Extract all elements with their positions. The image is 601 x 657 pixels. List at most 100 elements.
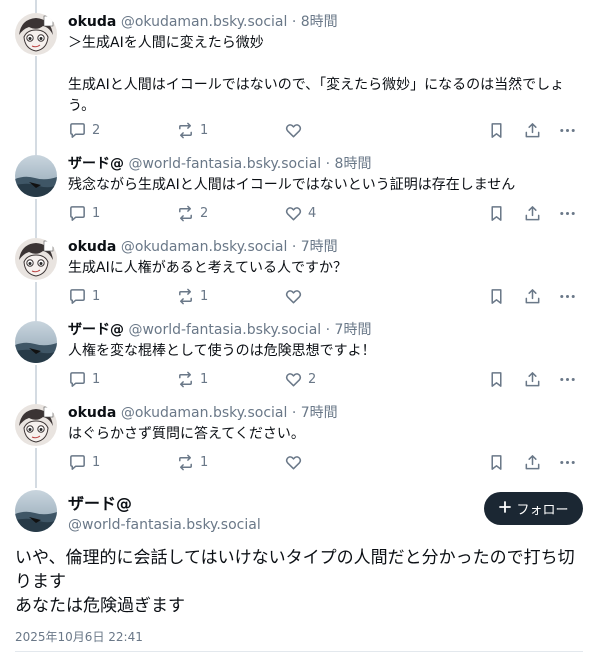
separator: ·	[291, 405, 297, 421]
reply-post[interactable]: okuda @okudaman.bsky.social · 7時間 生成AIに人…	[0, 237, 601, 312]
reply-button[interactable]: 1	[68, 451, 100, 473]
reply-button[interactable]: 2	[68, 119, 100, 141]
share-icon	[523, 287, 542, 306]
post-header: okuda @okudaman.bsky.social · 7時間	[68, 403, 338, 423]
author-handle[interactable]: @world-fantasia.bsky.social	[128, 156, 321, 172]
reply-post[interactable]: ザード@ @world-fantasia.bsky.social · 8時間 残…	[0, 154, 601, 229]
author-name[interactable]: ザード@	[68, 156, 124, 172]
main-author-name[interactable]: ザード@	[68, 493, 132, 515]
more-icon	[558, 453, 577, 472]
like-icon	[284, 121, 303, 140]
more-button[interactable]	[558, 368, 577, 390]
like-count: 4	[308, 205, 317, 221]
repost-count: 1	[200, 371, 209, 387]
share-icon	[523, 121, 542, 140]
author-handle[interactable]: @okudaman.bsky.social	[121, 14, 288, 30]
author-handle[interactable]: @okudaman.bsky.social	[121, 239, 288, 255]
share-button[interactable]	[523, 285, 542, 307]
avatar[interactable]	[15, 155, 57, 197]
reply-count: 1	[92, 454, 101, 470]
more-icon	[558, 121, 577, 140]
like-button[interactable]	[284, 451, 308, 473]
separator: ·	[325, 322, 331, 338]
reply-button[interactable]: 1	[68, 285, 100, 307]
post-time[interactable]: 8時間	[335, 156, 372, 172]
more-button[interactable]	[558, 285, 577, 307]
bookmark-button[interactable]	[487, 368, 506, 390]
repost-icon	[176, 370, 195, 389]
bookmark-icon	[487, 287, 506, 306]
more-button[interactable]	[558, 119, 577, 141]
okuda-avatar-image	[15, 238, 57, 280]
reply-post[interactable]: okuda @okudaman.bsky.social · 7時間 はぐらかさず…	[0, 403, 601, 478]
post-actions: 1 1 2	[68, 368, 588, 390]
more-button[interactable]	[558, 451, 577, 473]
author-name[interactable]: okuda	[68, 239, 116, 255]
author-name[interactable]: okuda	[68, 405, 116, 421]
bookmark-icon	[487, 453, 506, 472]
author-name[interactable]: okuda	[68, 14, 116, 30]
okuda-avatar-image	[15, 13, 57, 55]
avatar[interactable]	[15, 13, 57, 55]
bookmark-icon	[487, 121, 506, 140]
bookmark-button[interactable]	[487, 202, 506, 224]
repost-button[interactable]: 1	[176, 119, 208, 141]
post-text: 生成AIに人権があると考えている人ですか？	[68, 260, 348, 276]
main-post-text: いや、倫理的に会話してはいけないタイプの人間だと分かったので打ち切ります あなた…	[15, 548, 575, 616]
plus-icon	[498, 500, 512, 518]
reply-button[interactable]: 1	[68, 368, 100, 390]
reply-count: 1	[92, 205, 101, 221]
repost-button[interactable]: 1	[176, 368, 208, 390]
bookmark-button[interactable]	[487, 285, 506, 307]
reply-post[interactable]: okuda @okudaman.bsky.social · 8時間 ＞生成AIを…	[0, 12, 601, 147]
avatar[interactable]	[15, 238, 57, 280]
post-time[interactable]: 8時間	[301, 14, 338, 30]
main-avatar[interactable]	[15, 490, 57, 532]
like-button[interactable]	[284, 119, 308, 141]
like-button[interactable]: 2	[284, 368, 316, 390]
repost-button[interactable]: 1	[176, 451, 208, 473]
post-header: okuda @okudaman.bsky.social · 7時間	[68, 237, 338, 257]
reply-button[interactable]: 1	[68, 202, 100, 224]
bookmark-button[interactable]	[487, 119, 506, 141]
reply-icon	[68, 204, 87, 223]
main-author-handle[interactable]: @world-fantasia.bsky.social	[68, 515, 261, 535]
share-button[interactable]	[523, 451, 542, 473]
share-button[interactable]	[523, 202, 542, 224]
zard-avatar-image	[15, 321, 57, 363]
post-time[interactable]: 7時間	[301, 239, 338, 255]
avatar[interactable]	[15, 404, 57, 446]
repost-count: 1	[200, 454, 209, 470]
follow-label: フォロー	[516, 503, 569, 518]
separator: ·	[291, 239, 297, 255]
repost-icon	[176, 287, 195, 306]
reply-post[interactable]: ザード@ @world-fantasia.bsky.social · 7時間 人…	[0, 320, 601, 395]
author-name[interactable]: ザード@	[68, 322, 124, 338]
bookmark-button[interactable]	[487, 451, 506, 473]
like-icon	[284, 453, 303, 472]
repost-icon	[176, 453, 195, 472]
repost-button[interactable]: 1	[176, 285, 208, 307]
post-header: okuda @okudaman.bsky.social · 8時間	[68, 12, 338, 32]
post-time[interactable]: 7時間	[301, 405, 338, 421]
author-handle[interactable]: @okudaman.bsky.social	[121, 405, 288, 421]
like-button[interactable]: 4	[284, 202, 316, 224]
reply-count: 2	[92, 122, 101, 138]
more-icon	[558, 287, 577, 306]
divider	[15, 651, 583, 652]
author-handle[interactable]: @world-fantasia.bsky.social	[128, 322, 321, 338]
main-post-date: 2025年10月6日 22:41	[15, 630, 143, 644]
post-text: はぐらかさず質問に答えてください。	[68, 426, 305, 442]
avatar[interactable]	[15, 321, 57, 363]
post-actions: 11	[68, 285, 588, 307]
share-button[interactable]	[523, 368, 542, 390]
like-button[interactable]	[284, 285, 308, 307]
follow-button[interactable]: フォロー	[484, 492, 583, 525]
like-icon	[284, 287, 303, 306]
share-button[interactable]	[523, 119, 542, 141]
more-icon	[558, 204, 577, 223]
repost-button[interactable]: 2	[176, 202, 208, 224]
post-time[interactable]: 7時間	[335, 322, 372, 338]
zard-avatar-image	[15, 490, 57, 532]
more-button[interactable]	[558, 202, 577, 224]
